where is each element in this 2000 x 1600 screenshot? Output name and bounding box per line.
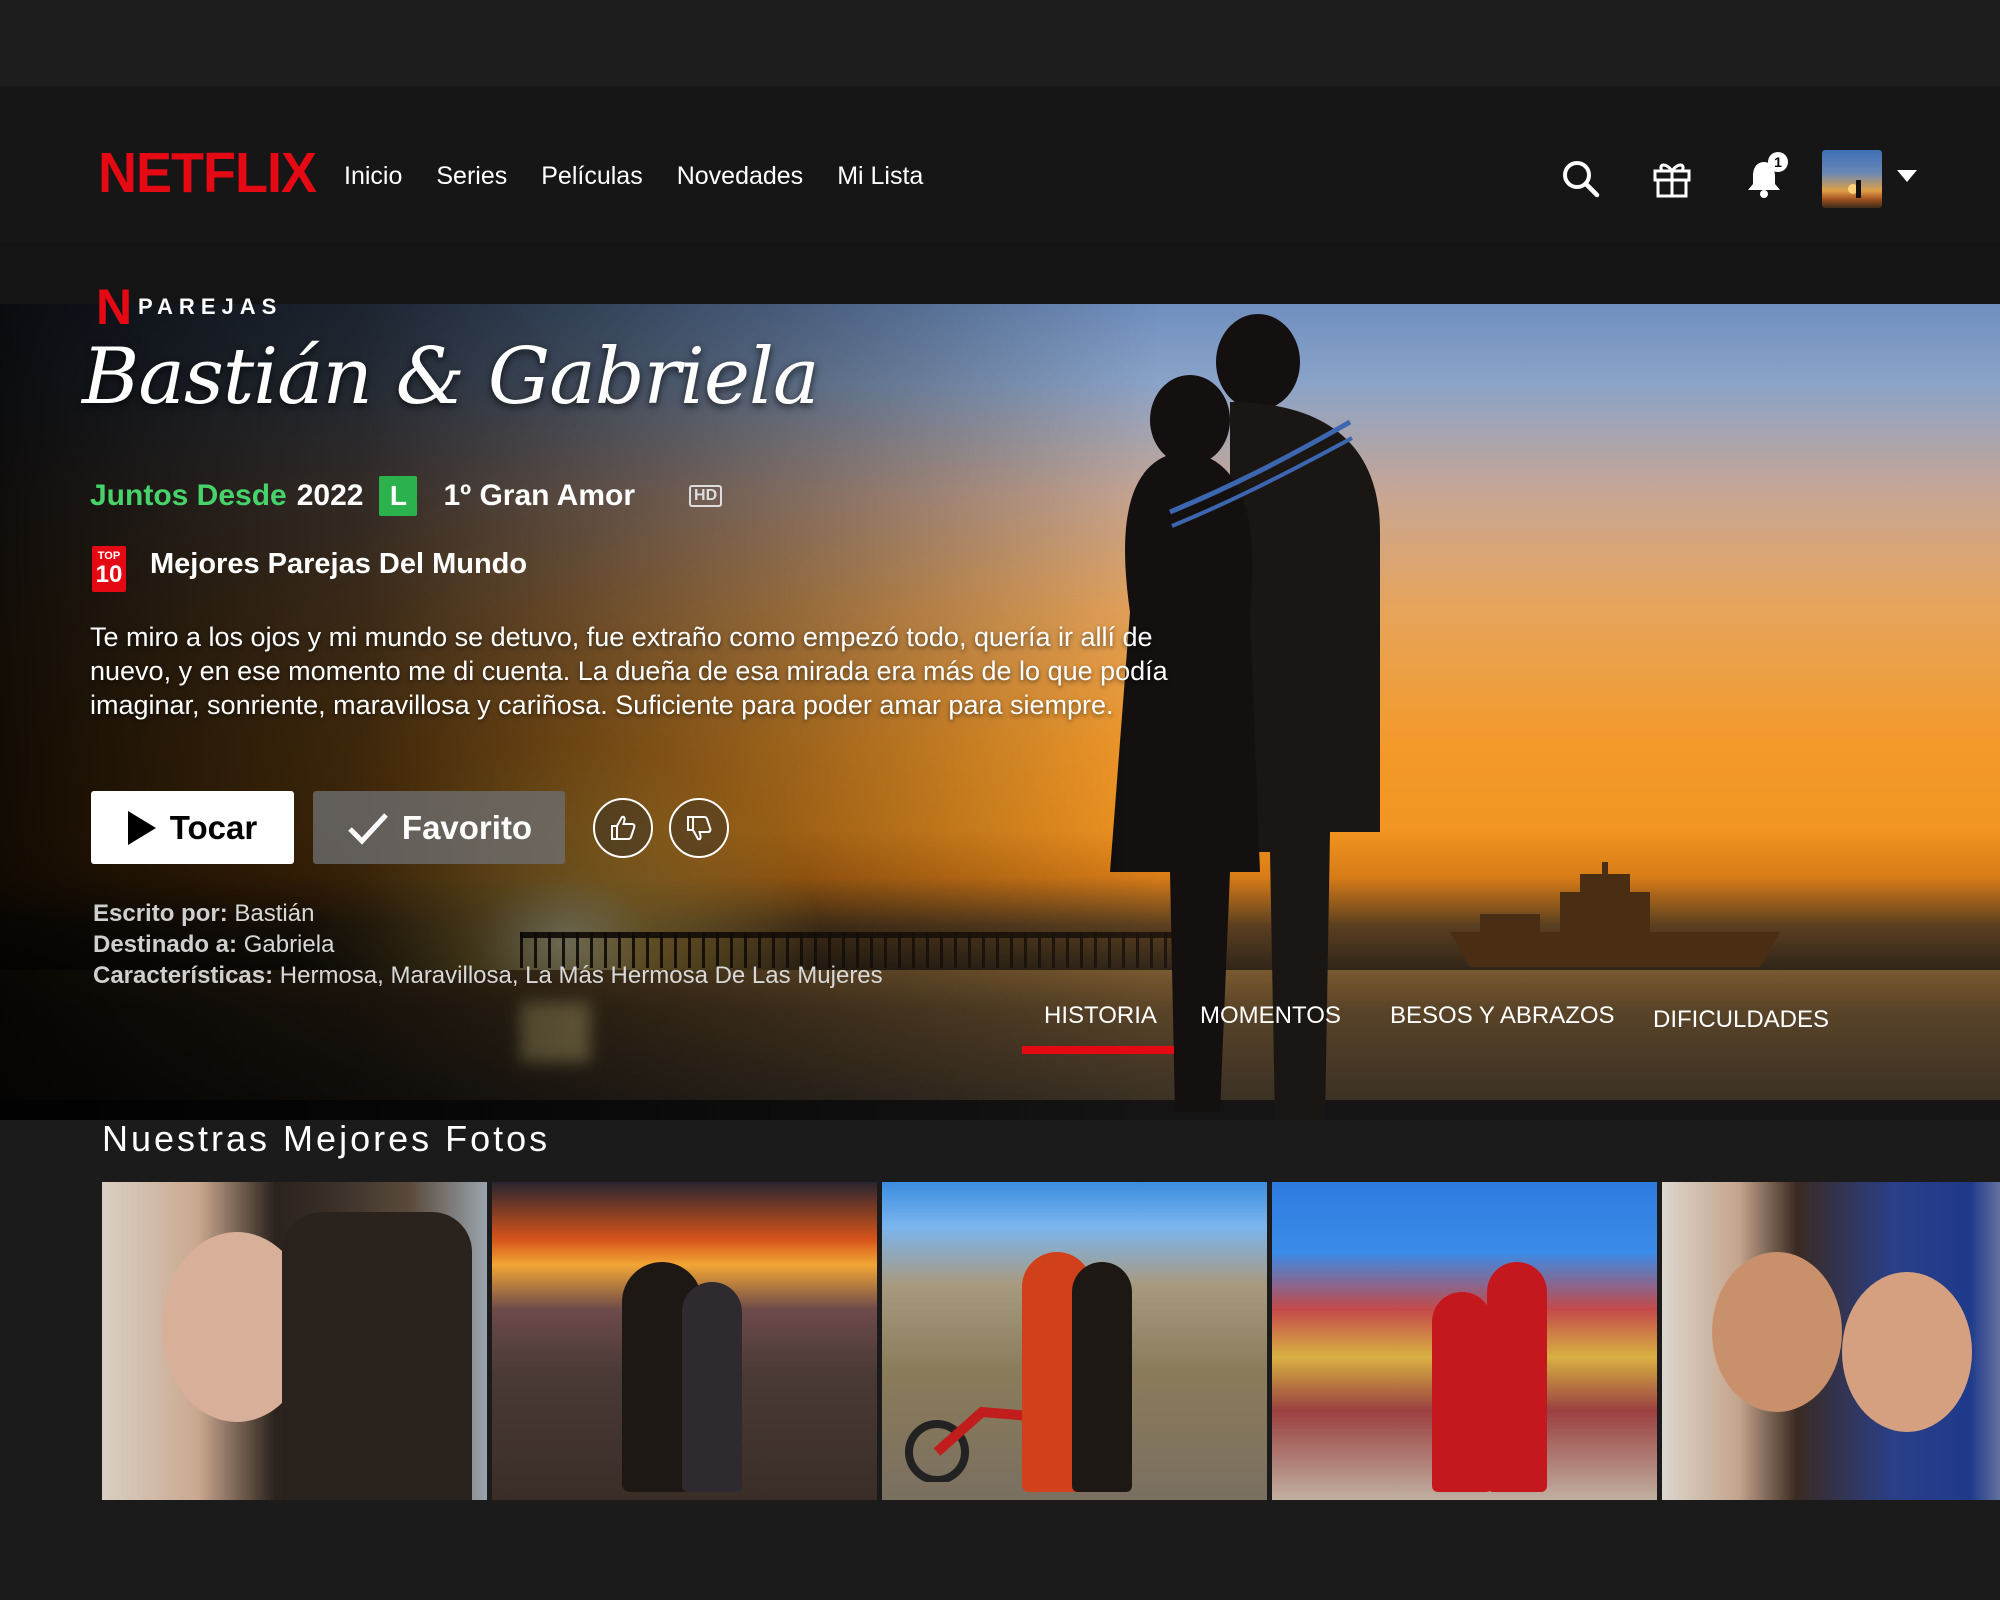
favorite-button-label: Favorito <box>401 808 533 846</box>
photos-section-title: Nuestras Mejores Fotos <box>102 1118 551 1159</box>
netflix-logo[interactable]: NETFLIX <box>98 145 317 202</box>
maturity-rating-badge: L <box>379 476 418 516</box>
tab-momentos[interactable]: MOMENTOS <box>1200 1002 1341 1030</box>
hero-meta-row: Juntos Desde 2022 L 1º Gran Amor HD <box>90 476 723 516</box>
credit-written-value: Bastián <box>234 900 315 927</box>
hd-badge: HD <box>689 485 723 507</box>
avatar-figure <box>1856 180 1861 198</box>
photo-1-hair <box>282 1212 472 1500</box>
top10-badge: TOP 10 <box>92 546 126 592</box>
rank-text: Mejores Parejas Del Mundo <box>150 548 528 580</box>
photo-card-4[interactable] <box>1272 1182 1657 1500</box>
series-badge-label: PAREJAS <box>138 294 283 319</box>
credit-written-label: Escrito por: <box>93 900 228 927</box>
notification-count-badge: 1 <box>1768 152 1788 172</box>
hero-top-band <box>0 242 2000 304</box>
tab-dificuldades[interactable]: DIFICULDADES <box>1653 1006 1829 1034</box>
top-navigation: NETFLIX Inicio Series Películas Novedade… <box>0 86 2000 242</box>
top10-number: 10 <box>95 561 123 588</box>
together-year: 2022 <box>296 479 364 512</box>
photo-4-figure-b <box>1487 1262 1547 1492</box>
photo-card-1[interactable] <box>102 1182 487 1500</box>
hero-banner: N PAREJAS Bastián & Gabriela Juntos Desd… <box>0 242 2000 1120</box>
credit-traits: Características: Hermosa, Maravillosa, L… <box>93 960 883 991</box>
nav-links: Inicio Series Películas Novedades Mi Lis… <box>344 162 923 191</box>
nav-link-series[interactable]: Series <box>436 162 507 191</box>
photo-4-figure-a <box>1432 1292 1492 1492</box>
credit-traits-value: Hermosa, Maravillosa, La Más Hermosa De … <box>279 962 883 989</box>
credit-destined: Destinado a: Gabriela <box>93 929 883 960</box>
photo-5-face-a <box>1712 1252 1842 1412</box>
nav-link-inicio[interactable]: Inicio <box>344 162 402 191</box>
photo-3-figure-b <box>1072 1262 1132 1492</box>
series-badge-logo: N <box>96 279 133 335</box>
tab-historia[interactable]: HISTORIA <box>1044 1002 1157 1030</box>
gift-icon[interactable] <box>1650 156 1694 200</box>
hero-description: Te miro a los ojos y mi mundo se detuvo,… <box>90 622 1168 720</box>
play-button[interactable]: Tocar <box>91 791 294 864</box>
play-button-label: Tocar <box>169 808 258 846</box>
tab-besos-y-abrazos[interactable]: BESOS Y ABRAZOS <box>1390 1002 1615 1030</box>
bell-icon[interactable]: 1 <box>1742 152 1788 200</box>
check-icon <box>348 812 388 845</box>
hero-credits: Escrito por: Bastián Destinado a: Gabrie… <box>93 898 883 991</box>
avatar[interactable] <box>1822 150 1882 208</box>
photo-card-5[interactable] <box>1662 1182 2000 1500</box>
nav-link-novedades[interactable]: Novedades <box>677 162 803 191</box>
credit-destined-label: Destinado a: <box>93 931 238 958</box>
nav-link-mi-lista[interactable]: Mi Lista <box>837 162 923 191</box>
caret-down-icon[interactable] <box>1897 170 1917 182</box>
search-icon[interactable] <box>1558 156 1602 200</box>
favorite-button[interactable]: Favorito <box>313 791 565 864</box>
photo-card-2[interactable] <box>492 1182 877 1500</box>
credit-traits-label: Características: <box>93 962 274 989</box>
photo-5-face-b <box>1842 1272 1972 1432</box>
thumbs-up-icon <box>611 815 636 840</box>
active-tab-indicator <box>1022 1046 1174 1054</box>
nav-link-peliculas[interactable]: Películas <box>541 162 642 191</box>
photo-card-3[interactable] <box>882 1182 1267 1500</box>
together-label: Juntos Desde <box>90 479 287 512</box>
thumbs-up-button[interactable] <box>593 798 653 858</box>
credit-written: Escrito por: Bastián <box>93 898 883 929</box>
meta-subtitle: 1º Gran Amor <box>443 479 636 512</box>
window-top-bar <box>0 0 2000 86</box>
play-icon <box>127 810 156 845</box>
photo-2-figure-b <box>682 1282 742 1492</box>
hero-title: Bastián & Gabriela <box>82 332 819 422</box>
thumbs-down-button[interactable] <box>669 798 729 858</box>
thumbs-down-icon <box>687 816 712 841</box>
photos-row <box>102 1182 2000 1500</box>
credit-destined-value: Gabriela <box>243 931 335 958</box>
